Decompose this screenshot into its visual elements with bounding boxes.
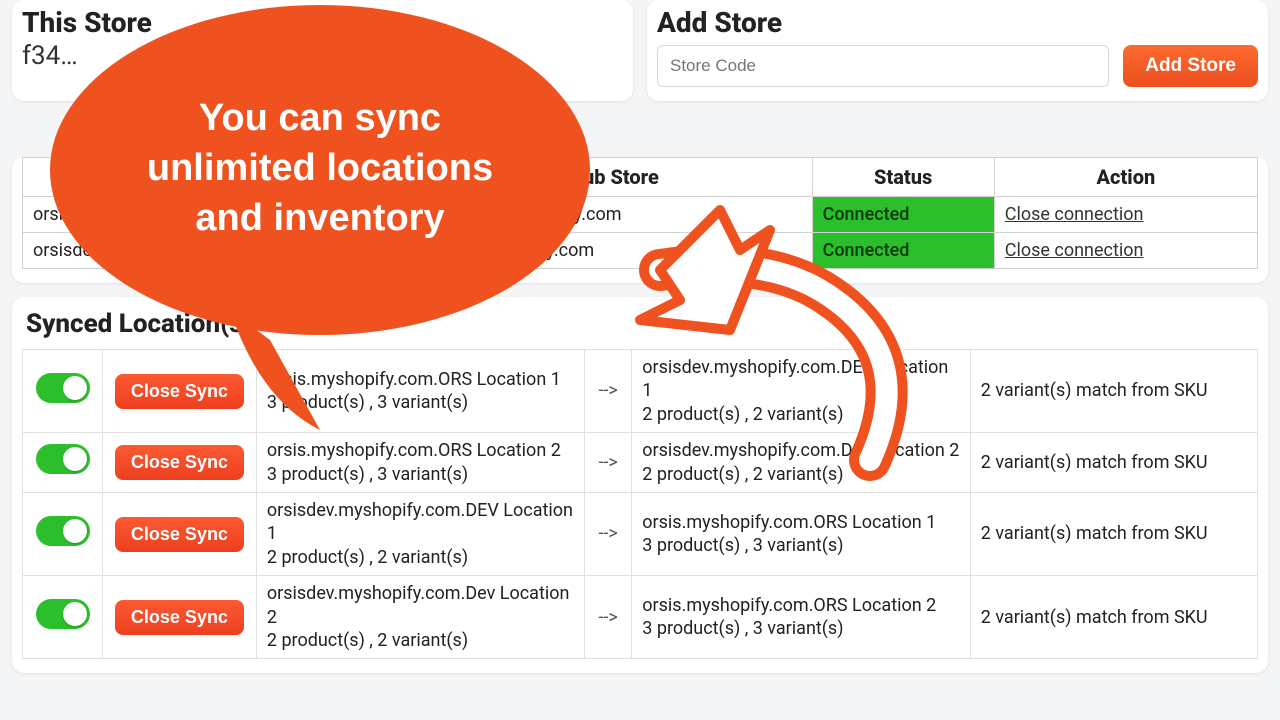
close-sync-button[interactable]: Close Sync — [115, 600, 244, 635]
cell-sub-store: orsis.myshopify.com — [417, 233, 812, 269]
sync-destination: orsisdev.myshopify.com.DEV Location 12 p… — [632, 350, 970, 433]
cell-main-store: orsis.myshopify.com — [23, 197, 418, 233]
sync-row: Close Sync orsis.myshopify.com.ORS Locat… — [23, 350, 1258, 433]
col-main-store: Main Store — [23, 158, 418, 197]
synced-locations-table: Close Sync orsis.myshopify.com.ORS Locat… — [22, 349, 1258, 659]
table-row: orsis.myshopify.com orsisdev.myshopify.c… — [23, 197, 1258, 233]
sync-match-info: 2 variant(s) match from SKU — [970, 576, 1257, 659]
sync-toggle[interactable] — [36, 444, 90, 474]
sync-destination: orsisdev.myshopify.com.Dev Location 22 p… — [632, 433, 970, 493]
col-action: Action — [994, 158, 1257, 197]
callout-line-1: You can sync — [199, 97, 441, 139]
close-sync-button[interactable]: Close Sync — [115, 374, 244, 409]
close-connection-link[interactable]: Close connection — [1005, 240, 1144, 261]
arrow-icon: --> — [585, 350, 632, 433]
arrow-icon: --> — [585, 492, 632, 575]
this-store-heading: This Store — [22, 6, 623, 39]
sync-source: orsis.myshopify.com.ORS Location 23 prod… — [256, 433, 584, 493]
close-connection-link[interactable]: Close connection — [1005, 204, 1144, 225]
cell-main-store: orsisdev.myshopify.com — [23, 233, 418, 269]
sync-row: Close Sync orsisdev.myshopify.com.Dev Lo… — [23, 576, 1258, 659]
sync-source: orsis.myshopify.com.ORS Location 13 prod… — [256, 350, 584, 433]
close-sync-button[interactable]: Close Sync — [115, 445, 244, 480]
sync-toggle[interactable] — [36, 516, 90, 546]
col-sub-store: Sub Store — [417, 158, 812, 197]
sync-row: Close Sync orsisdev.myshopify.com.DEV Lo… — [23, 492, 1258, 575]
table-row: orsisdev.myshopify.com orsis.myshopify.c… — [23, 233, 1258, 269]
sync-source: orsisdev.myshopify.com.Dev Location 22 p… — [256, 576, 584, 659]
sync-destination: orsis.myshopify.com.ORS Location 23 prod… — [632, 576, 970, 659]
col-status: Status — [812, 158, 994, 197]
add-store-button[interactable]: Add Store — [1123, 45, 1258, 87]
arrow-icon: --> — [585, 433, 632, 493]
status-badge: Connected — [812, 233, 994, 269]
synced-locations-heading: Synced Location(s) — [26, 309, 1258, 339]
add-store-card: Add Store Add Store — [647, 0, 1268, 101]
sync-toggle[interactable] — [36, 373, 90, 403]
this-store-code: f34… — [22, 41, 623, 71]
sync-match-info: 2 variant(s) match from SKU — [970, 350, 1257, 433]
this-store-card: This Store f34… — [12, 0, 633, 101]
sync-match-info: 2 variant(s) match from SKU — [970, 492, 1257, 575]
status-badge: Connected — [812, 197, 994, 233]
arrow-icon: --> — [585, 576, 632, 659]
connected-stores-card: Main Store Sub Store Status Action orsis… — [12, 157, 1268, 283]
sync-source: orsisdev.myshopify.com.DEV Location 12 p… — [256, 492, 584, 575]
add-store-heading: Add Store — [657, 6, 1258, 39]
sync-match-info: 2 variant(s) match from SKU — [970, 433, 1257, 493]
sync-row: Close Sync orsis.myshopify.com.ORS Locat… — [23, 433, 1258, 493]
cell-sub-store: orsisdev.myshopify.com — [417, 197, 812, 233]
store-code-input[interactable] — [657, 45, 1109, 87]
synced-locations-card: Synced Location(s) Close Sync orsis.mysh… — [12, 297, 1268, 673]
connected-stores-table: Main Store Sub Store Status Action orsis… — [22, 157, 1258, 269]
sync-destination: orsis.myshopify.com.ORS Location 13 prod… — [632, 492, 970, 575]
sync-toggle[interactable] — [36, 599, 90, 629]
close-sync-button[interactable]: Close Sync — [115, 517, 244, 552]
